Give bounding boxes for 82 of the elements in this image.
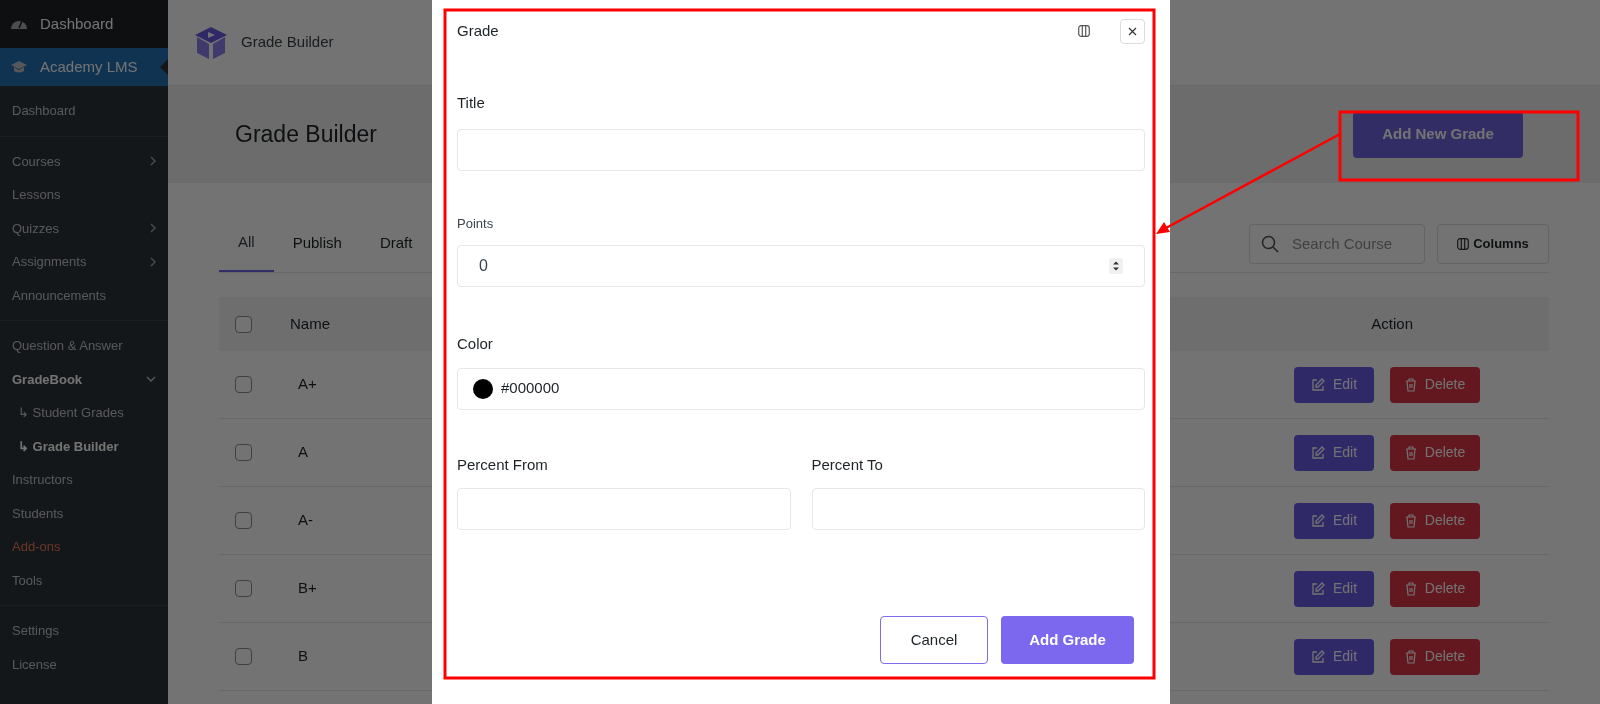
sidebar-item[interactable]: Academy LMS	[0, 48, 168, 86]
trash-icon	[1404, 513, 1417, 528]
close-icon	[1128, 26, 1137, 36]
sidebar-item[interactable]: Assignments	[0, 245, 168, 279]
sidebar-item[interactable]: Dashboard	[0, 0, 168, 48]
sidebar-item[interactable]: GradeBook	[0, 362, 168, 396]
trash-icon	[1404, 377, 1417, 392]
field-label: Percent From	[457, 454, 549, 475]
chevron-right-icon	[150, 156, 156, 167]
columns-icon	[1457, 237, 1470, 250]
field-label: Color	[457, 334, 494, 354]
tab[interactable]: Publish	[273, 215, 361, 272]
sidebar-item[interactable]: License	[0, 647, 168, 681]
search-icon	[1261, 234, 1279, 253]
percent-to-input[interactable]	[811, 488, 1145, 530]
columns-button[interactable]: Columns	[1437, 223, 1549, 264]
sidebar-item[interactable]: ↳ Student Grades	[0, 396, 168, 430]
tab[interactable]: Draft	[360, 215, 432, 272]
trash-icon	[1404, 649, 1417, 664]
edit-icon	[1310, 377, 1325, 392]
sidebar-item[interactable]: Instructors	[0, 463, 168, 497]
checkbox[interactable]	[235, 512, 252, 529]
sidebar-item[interactable]: Question & Answer	[0, 329, 168, 363]
edit-button[interactable]: Edit	[1294, 502, 1374, 539]
spinner-icon[interactable]	[1109, 258, 1123, 274]
edit-button[interactable]: Edit	[1294, 638, 1374, 675]
table-cell-text: A-	[298, 510, 313, 531]
sidebar-item[interactable]: Tools	[0, 563, 168, 597]
chevron-right-icon	[150, 256, 156, 267]
tab[interactable]: All	[219, 215, 274, 272]
cancel-button[interactable]: Cancel	[880, 616, 988, 664]
trash-icon	[1404, 445, 1417, 460]
delete-button[interactable]: Delete	[1390, 366, 1480, 403]
close-button[interactable]	[1120, 18, 1145, 44]
points-input[interactable]: 0	[457, 245, 1145, 287]
checkbox[interactable]	[235, 376, 252, 393]
sidebar-item[interactable]: Students	[0, 496, 168, 530]
sidebar-item[interactable]: Announcements	[0, 278, 168, 312]
delete-button[interactable]: Delete	[1390, 502, 1480, 539]
table-cell-text: B	[298, 646, 308, 667]
checkbox[interactable]	[235, 648, 252, 665]
edit-icon	[1310, 513, 1325, 528]
column-header: Action	[1371, 313, 1413, 334]
edit-button[interactable]: Edit	[1294, 366, 1374, 403]
delete-button[interactable]: Delete	[1390, 434, 1480, 471]
sidebar-item[interactable]: Quizzes	[0, 211, 168, 245]
checkbox[interactable]	[235, 444, 252, 461]
edit-icon	[1310, 581, 1325, 596]
graduation-cap-icon	[193, 24, 229, 61]
percent-from-input[interactable]	[457, 488, 791, 530]
color-input[interactable]: #000000	[457, 367, 1145, 410]
field-label: Percent To	[811, 454, 884, 475]
add-grade-button[interactable]: Add Grade	[1001, 616, 1134, 664]
edit-icon	[1310, 445, 1325, 460]
sidebar-item[interactable]: Courses	[0, 144, 168, 178]
add-new-grade-button[interactable]: Add New Grade	[1353, 111, 1523, 158]
edit-icon	[1310, 649, 1325, 664]
field-label: Title	[457, 93, 486, 113]
column-header: Name	[290, 313, 330, 334]
sidebar-item[interactable]: Add-ons	[0, 530, 168, 564]
columns-icon[interactable]	[1078, 25, 1090, 37]
page-title: Grade Builder	[235, 120, 377, 150]
sidebar-item[interactable]: Dashboard	[0, 94, 168, 128]
chevron-right-icon	[150, 223, 156, 234]
edit-button[interactable]: Edit	[1294, 570, 1374, 607]
checkbox[interactable]	[235, 315, 252, 333]
trash-icon	[1404, 581, 1417, 596]
table-cell-text: A	[298, 442, 308, 463]
edit-button[interactable]: Edit	[1294, 434, 1374, 471]
sidebar-item[interactable]: ↳ Grade Builder	[0, 429, 168, 463]
sidebar-item[interactable]: Lessons	[0, 178, 168, 212]
table-cell-text: B+	[298, 578, 317, 599]
title-input[interactable]	[457, 128, 1145, 171]
header-title: Grade Builder	[241, 32, 334, 53]
modal-title: Grade	[457, 20, 499, 41]
delete-button[interactable]: Delete	[1390, 570, 1480, 607]
checkbox[interactable]	[235, 580, 252, 597]
chevron-down-icon	[146, 376, 156, 383]
table-cell-text: A+	[298, 374, 317, 395]
field-label: Points	[457, 214, 495, 233]
delete-button[interactable]: Delete	[1390, 638, 1480, 675]
sidebar-item[interactable]: Settings	[0, 614, 168, 648]
